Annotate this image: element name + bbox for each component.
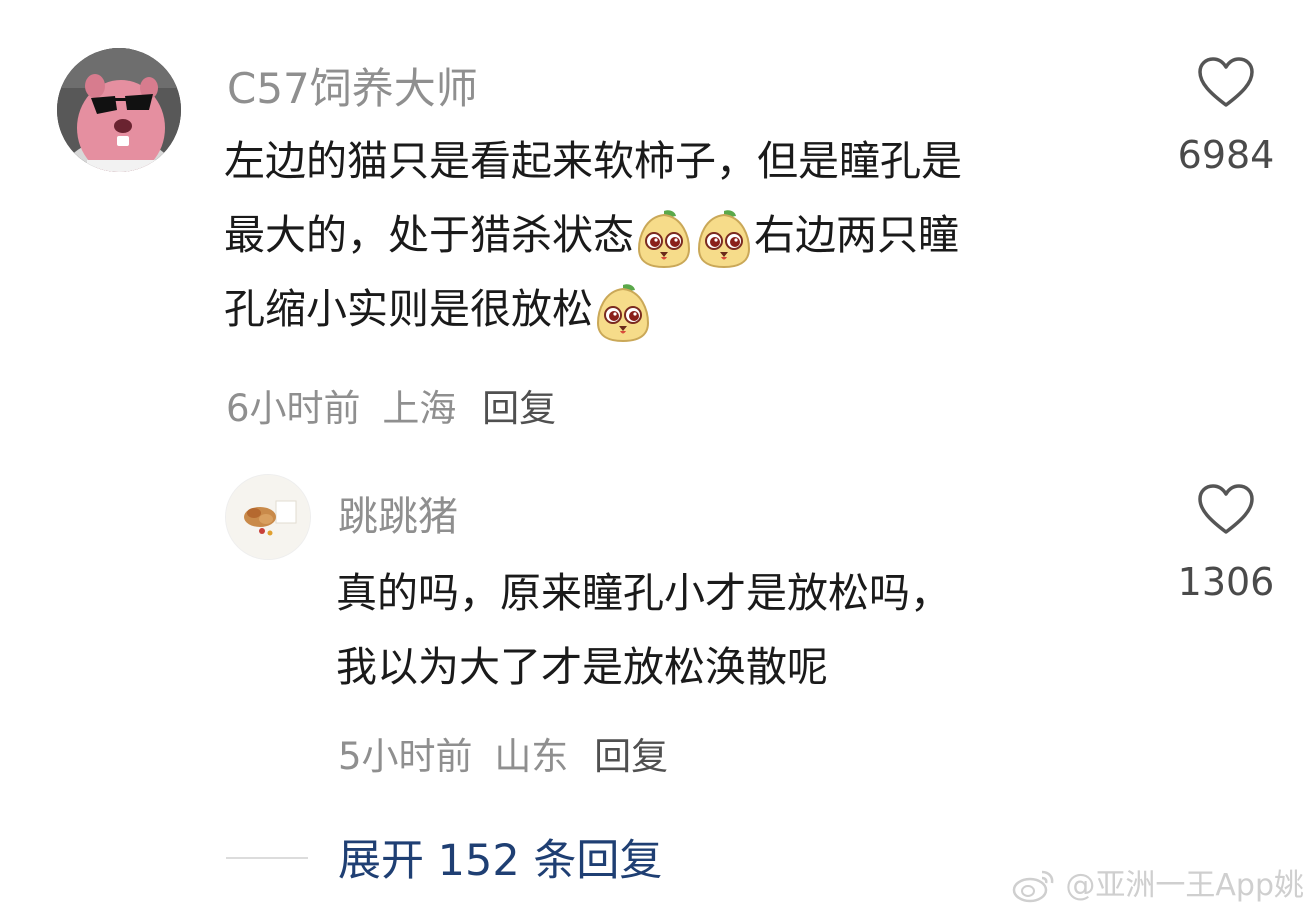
like-count: 6984 [1177, 133, 1275, 177]
text-segment: 孔缩小实则是很放松 [224, 285, 593, 333]
text-segment: 最大的，处于猎杀状态 [224, 211, 634, 259]
comment-location: 山东 [494, 735, 569, 778]
comment-time: 6小时前 [226, 387, 361, 430]
comment-meta: 5小时前 山东 回复 [338, 726, 668, 780]
comment-page: C57饲养大师 左边的猫只是看起来软柿子，但是瞳孔是 最大的，处于猎杀状态 右边两… [0, 0, 1316, 914]
comment-location: 上海 [382, 387, 457, 430]
like-count: 1306 [1177, 560, 1275, 604]
like-button[interactable]: 6984 [1166, 55, 1286, 177]
comment-text-line: 真的吗，原来瞳孔小才是放松吗， [336, 569, 951, 617]
watermark-text: @亚洲一王App姚 [1065, 867, 1304, 903]
pink-beaver-sunglasses-avatar-icon [57, 48, 181, 172]
like-button[interactable]: 1306 [1166, 482, 1286, 604]
comment-time: 5小时前 [338, 735, 473, 778]
pear-face-emoji-icon [596, 284, 650, 343]
comment-text-line: 左边的猫只是看起来软柿子，但是瞳孔是 [224, 124, 962, 198]
expand-divider [226, 857, 308, 859]
heart-icon [1198, 484, 1254, 534]
text-segment: 左边的猫只是看起来软柿子，但是瞳孔是 [224, 137, 962, 185]
pear-face-emoji-icon [637, 210, 691, 269]
expand-replies-button[interactable]: 展开 152 条回复 [338, 826, 662, 888]
comment-text-line: 我以为大了才是放松涣散呢 [336, 643, 828, 691]
weibo-watermark: @亚洲一王App姚 [1012, 860, 1304, 905]
food-photo-avatar-icon [226, 475, 310, 559]
comment-text-line: 最大的，处于猎杀状态 右边两只瞳 [224, 198, 962, 272]
heart-icon [1198, 57, 1254, 107]
comment-text: 左边的猫只是看起来软柿子，但是瞳孔是 最大的，处于猎杀状态 右边两只瞳 孔缩小实则… [224, 124, 962, 346]
avatar[interactable] [225, 474, 311, 560]
username[interactable]: 跳跳猪 [338, 484, 458, 542]
comment-text: 真的吗，原来瞳孔小才是放松吗， 我以为大了才是放松涣散呢 [336, 556, 951, 704]
weibo-logo-icon [1012, 870, 1054, 903]
username[interactable]: C57饲养大师 [227, 55, 478, 116]
pear-face-emoji-icon [697, 210, 751, 269]
text-segment: 右边两只瞳 [754, 211, 959, 259]
comment-text-line: 孔缩小实则是很放松 [224, 272, 962, 346]
reply-button[interactable]: 回复 [482, 387, 556, 430]
avatar[interactable] [57, 48, 181, 172]
comment-meta: 6小时前 上海 回复 [226, 378, 556, 432]
reply-button[interactable]: 回复 [594, 735, 668, 778]
